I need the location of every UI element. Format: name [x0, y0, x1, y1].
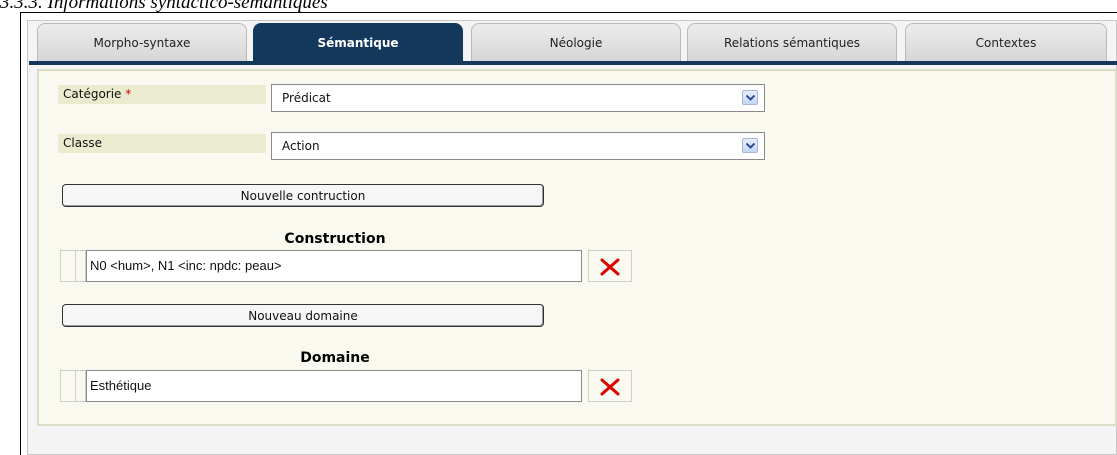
domaine-row-handle[interactable] — [60, 370, 86, 402]
required-marker: * — [125, 87, 132, 101]
classe-value: Action — [282, 139, 320, 153]
tab-morpho-syntaxe[interactable]: Morpho-syntaxe — [37, 23, 247, 61]
delete-domaine-button[interactable] — [588, 370, 632, 402]
domaine-title: Domaine — [300, 350, 370, 366]
classe-label-text: Classe — [63, 136, 102, 150]
delete-x-icon — [600, 258, 620, 276]
chevron-down-icon[interactable] — [742, 138, 758, 153]
tab-semantique[interactable]: Sémantique — [253, 23, 463, 61]
tab-underline — [29, 61, 1117, 65]
new-construction-button[interactable]: Nouvelle contruction — [62, 184, 544, 207]
categorie-label: Catégorie * — [58, 85, 266, 104]
classe-select[interactable]: Action — [271, 132, 765, 160]
construction-title: Construction — [284, 231, 386, 247]
delete-x-icon — [600, 378, 620, 396]
tab-relations-semantiques[interactable]: Relations sémantiques — [687, 23, 897, 61]
tab-contextes[interactable]: Contextes — [905, 23, 1107, 61]
construction-row-handle[interactable] — [60, 250, 86, 282]
tab-neologie[interactable]: Néologie — [471, 23, 681, 61]
categorie-value: Prédicat — [282, 91, 331, 105]
categorie-select[interactable]: Prédicat — [271, 84, 765, 112]
chevron-down-icon[interactable] — [742, 90, 758, 105]
new-domain-button[interactable]: Nouveau domaine — [62, 304, 544, 327]
domaine-input[interactable]: Esthétique — [86, 370, 582, 402]
classe-label: Classe — [58, 134, 266, 153]
categorie-label-text: Catégorie — [63, 87, 122, 101]
delete-construction-button[interactable] — [588, 250, 632, 282]
construction-input[interactable]: N0 <hum>, N1 <inc: npdc: peau> — [86, 250, 582, 282]
